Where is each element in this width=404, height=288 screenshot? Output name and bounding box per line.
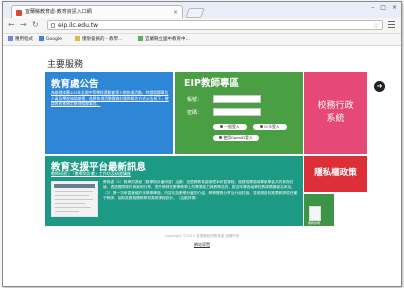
general-login-button[interactable]: 一般登入 [213, 124, 247, 130]
new-tab-button[interactable] [185, 8, 205, 18]
bookmark-google[interactable]: Google [39, 35, 62, 44]
school-admin-system-tile[interactable]: 校務行政 系統 [304, 72, 367, 154]
bookmarks-bar: 應用程式 Google 僅限會員的 - 教學... 宜蘭縣立國中教育中... [3, 34, 401, 46]
forward-arrow-icon[interactable]: → [20, 20, 27, 30]
next-arrow-icon[interactable]: ➜ [374, 81, 385, 92]
announcement-title: 教育處公告 [51, 79, 99, 90]
user-icon [220, 125, 224, 128]
account-input[interactable] [213, 95, 261, 103]
address-text: eip.ilc.edu.tw [58, 22, 99, 29]
page-content: 主要服務 教育處公告 為辦理本縣103年全國中等學校運動會第十期各項活動，特請相… [3, 46, 401, 286]
close-window-button[interactable]: × [392, 4, 397, 11]
apps-grid-icon [8, 36, 13, 41]
announcement-tile[interactable]: 教育處公告 為辦理本縣103年全國中等學校運動會第十期各項活動，特請相關單位人員… [45, 72, 173, 154]
card-icon [260, 125, 264, 128]
window-controls: – □ × [371, 4, 397, 11]
browser-tab[interactable]: 宜蘭縣教育處-教育資訊入口網 × [11, 5, 183, 18]
news-thumbnail[interactable] [51, 181, 98, 217]
maximize-button[interactable]: □ [380, 4, 386, 11]
folder-icon [75, 36, 80, 41]
eip-login-tile: EIP教師專區 帳號： 密碼： 一般登入 IC卡登入 使用OpenID登入 [175, 72, 303, 154]
platform-subtitle-link[interactable]: 教師研習 | 「數學與計畫」工作坊及研習講座 [51, 171, 131, 177]
tab-title: 宜蘭縣教育處-教育資訊入口網 [25, 9, 92, 15]
minimize-button[interactable]: – [371, 4, 374, 11]
browser-window: 宜蘭縣教育處-教育資訊入口網 × – □ × ← → ↻ eip.ilc.edu… [2, 1, 402, 287]
section-title: 主要服務 [47, 60, 84, 70]
bookmark-star-icon[interactable]: ☆ [373, 21, 379, 31]
platform-news-tile: 教育支援平台最新訊息 教師研習 | 「數學與計畫」工作坊及研習講座 教育處（1）… [45, 156, 303, 226]
privacy-policy-tile[interactable]: 隱私權政策 [304, 156, 367, 192]
menu-hamburger-icon[interactable] [388, 21, 395, 28]
google-icon [39, 36, 44, 41]
back-arrow-icon[interactable]: ← [8, 20, 15, 30]
document-icon [309, 206, 321, 221]
copyright-footer: Copyright ©2013 宜蘭縣政府教育處 版權所有 [164, 234, 240, 238]
browser-toolbar: ← → ↻ eip.ilc.edu.tw ☆ [3, 18, 401, 34]
sitemap-link[interactable]: 網站導覽 [3, 242, 401, 248]
site-favicon-icon [16, 10, 22, 16]
page-info-icon[interactable] [51, 23, 55, 28]
privacy-policy-label: 隱私權政策 [314, 168, 357, 178]
openid-login-button[interactable]: 使用OpenID登入 [213, 135, 259, 141]
tab-close-icon[interactable]: × [173, 6, 178, 18]
openid-icon [219, 136, 223, 139]
reload-icon[interactable]: ↻ [32, 20, 39, 30]
ic-card-login-button[interactable]: IC卡登入 [253, 124, 287, 130]
small-tile-label: 服務說明 [308, 221, 321, 225]
bookmark-apps[interactable]: 應用程式 [8, 35, 33, 44]
platform-news-body: 教育處（1）數學的奧秘（數學與計畫研習）活動：宜蘭縣教育處辦理本研習課程，邀請相… [103, 180, 298, 200]
account-label: 帳號： [187, 97, 203, 103]
eip-title: EIP教師專區 [184, 78, 239, 89]
password-label: 密碼： [187, 110, 203, 116]
address-bar[interactable]: eip.ilc.edu.tw ☆ [47, 20, 383, 30]
page-icon [138, 36, 143, 41]
bookmark-school-center[interactable]: 宜蘭縣立國中教育中... [138, 35, 190, 44]
title-bar: 宜蘭縣教育處-教育資訊入口網 × – □ × [3, 2, 401, 18]
password-input[interactable] [213, 108, 261, 116]
school-admin-label: 校務行政 系統 [317, 101, 354, 124]
announcement-news-link[interactable]: 為辦理本縣103年全國中等學校運動會第十期各項活動，特請相關單位人員及學校協助辦… [51, 90, 169, 107]
bookmark-member-teaching[interactable]: 僅限會員的 - 教學... [75, 35, 122, 44]
